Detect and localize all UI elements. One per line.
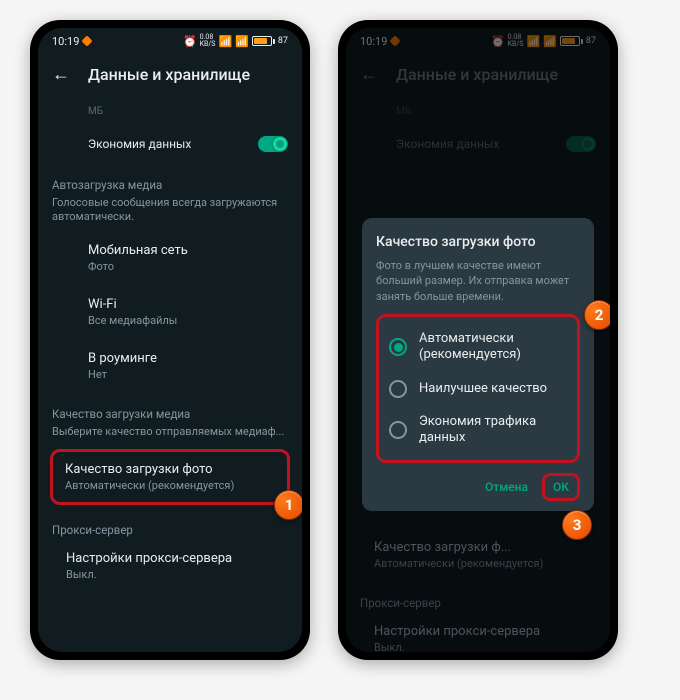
- data-saver-label: Экономия данных: [88, 137, 191, 151]
- status-time: 10:19: [52, 35, 79, 48]
- auto-media-section-title: Автозагрузка медиа: [38, 164, 302, 194]
- screen-left: 10:19 ⏰ 0.08KB/S 📶 📶 87 ← Данные и храни…: [38, 28, 302, 652]
- screen-right: 10:19 ⏰ 0.08KB/S 📶 📶 87 ← Данные и храни…: [346, 28, 610, 652]
- photo-quality-dialog: Качество загрузки фото Фото в лучшем кач…: [362, 218, 594, 511]
- truncated-prev-row: МБ: [38, 99, 302, 124]
- upload-quality-section-desc: Выберите качество отправляемых медиаф...: [38, 423, 302, 445]
- status-bar: 10:19 ⏰ 0.08KB/S 📶 📶 87: [38, 28, 302, 54]
- back-arrow-icon[interactable]: ←: [52, 64, 70, 85]
- notification-icon: [82, 35, 93, 46]
- option-best[interactable]: Наилучшее качество: [383, 372, 573, 406]
- proxy-section-title: Прокси-сервер: [38, 509, 302, 539]
- wifi-row[interactable]: Wi-Fi Все медиафайлы: [38, 285, 302, 339]
- data-saver-toggle[interactable]: [258, 136, 288, 152]
- phone-right: 10:19 ⏰ 0.08KB/S 📶 📶 87 ← Данные и храни…: [338, 20, 618, 660]
- photo-quality-row-bg: Качество загрузки ф...: [374, 540, 596, 555]
- option-auto[interactable]: Автоматически (рекомендуется): [383, 323, 573, 372]
- callout-badge-2: 2: [584, 300, 610, 330]
- alarm-icon: ⏰: [183, 35, 197, 48]
- signal-icon: 📶: [218, 35, 232, 48]
- data-saver-row[interactable]: Экономия данных: [38, 124, 302, 164]
- mobile-data-row[interactable]: Мобильная сеть Фото: [38, 231, 302, 285]
- proxy-section-title-bg: Прокси-сервер: [346, 582, 610, 612]
- dialog-description: Фото в лучшем качестве имеют больший раз…: [376, 258, 580, 304]
- radio-icon: [389, 380, 407, 398]
- ok-button[interactable]: ОК: [553, 480, 569, 494]
- dialog-actions: Отмена ОК: [376, 473, 580, 501]
- callout-badge-1: 1: [274, 490, 302, 520]
- auto-media-section-desc: Голосовые сообщения всегда загружаются а…: [38, 194, 302, 231]
- roaming-row[interactable]: В роуминге Нет: [38, 339, 302, 393]
- app-header: ← Данные и хранилище: [38, 54, 302, 99]
- signal-icon-2: 📶: [235, 35, 249, 48]
- ok-button-highlight: ОК: [542, 473, 580, 501]
- dialog-title: Качество загрузки фото: [376, 234, 580, 250]
- radio-icon: [389, 421, 407, 439]
- battery-icon: 87: [252, 36, 288, 46]
- dialog-options-highlight: Автоматически (рекомендуется) Наилучшее …: [376, 314, 580, 463]
- phone-left: 10:19 ⏰ 0.08KB/S 📶 📶 87 ← Данные и храни…: [30, 20, 310, 660]
- page-title: Данные и хранилище: [88, 65, 250, 84]
- option-datasaver[interactable]: Экономия трафика данных: [383, 406, 573, 455]
- proxy-settings-row[interactable]: Настройки прокси-сервера Выкл.: [38, 539, 302, 593]
- callout-badge-3: 3: [562, 510, 592, 540]
- radio-icon-selected: [389, 338, 407, 356]
- photo-quality-row[interactable]: Качество загрузки фото Автоматически (ре…: [50, 449, 290, 505]
- cancel-button[interactable]: Отмена: [477, 474, 536, 500]
- data-rate: 0.08KB/S: [200, 34, 216, 48]
- upload-quality-section-title: Качество загрузки медиа: [38, 393, 302, 423]
- background-rows: Качество загрузки ф... Автоматически (ре…: [346, 528, 610, 652]
